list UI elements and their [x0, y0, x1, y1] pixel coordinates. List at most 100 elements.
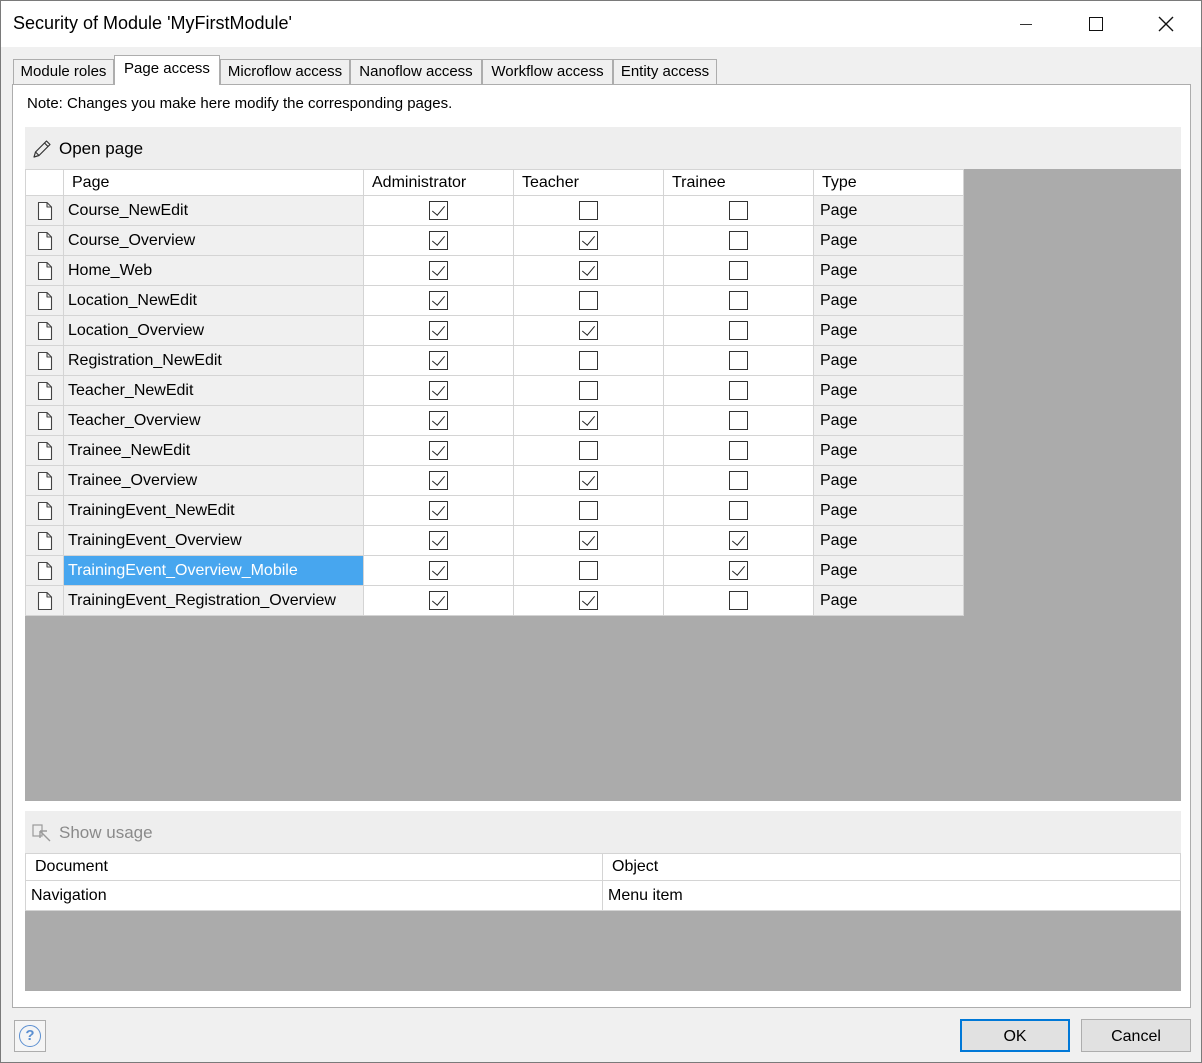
administrator-access-checkbox[interactable]	[429, 591, 448, 610]
teacher-access-cell[interactable]	[513, 225, 664, 256]
administrator-access-checkbox[interactable]	[429, 201, 448, 220]
administrator-access-cell[interactable]	[363, 255, 514, 286]
trainee-access-checkbox[interactable]	[729, 501, 748, 520]
trainee-access-cell[interactable]	[663, 435, 814, 466]
administrator-access-cell[interactable]	[363, 225, 514, 256]
trainee-access-cell[interactable]	[663, 285, 814, 316]
trainee-access-cell[interactable]	[663, 195, 814, 226]
administrator-access-cell[interactable]	[363, 375, 514, 406]
trainee-access-checkbox[interactable]	[729, 261, 748, 280]
teacher-access-cell[interactable]	[513, 405, 664, 436]
administrator-access-cell[interactable]	[363, 285, 514, 316]
teacher-access-checkbox[interactable]	[579, 291, 598, 310]
administrator-access-checkbox[interactable]	[429, 471, 448, 490]
teacher-access-cell[interactable]	[513, 525, 664, 556]
teacher-access-checkbox[interactable]	[579, 501, 598, 520]
open-page-button[interactable]: Open page	[31, 136, 143, 162]
page-name-cell[interactable]: TrainingEvent_Overview	[63, 525, 364, 556]
column-header-document[interactable]: Document	[25, 853, 603, 881]
teacher-access-checkbox[interactable]	[579, 201, 598, 220]
trainee-access-cell[interactable]	[663, 495, 814, 526]
tab-entity-access[interactable]: Entity access	[613, 59, 717, 84]
administrator-access-cell[interactable]	[363, 315, 514, 346]
trainee-access-cell[interactable]	[663, 315, 814, 346]
administrator-access-cell[interactable]	[363, 195, 514, 226]
page-name-cell[interactable]: Home_Web	[63, 255, 364, 286]
trainee-access-checkbox[interactable]	[729, 411, 748, 430]
table-row[interactable]: TrainingEvent_Overview Page	[25, 525, 964, 556]
ok-button[interactable]: OK	[960, 1019, 1070, 1052]
administrator-access-checkbox[interactable]	[429, 321, 448, 340]
administrator-access-checkbox[interactable]	[429, 381, 448, 400]
minimize-button[interactable]	[991, 1, 1061, 47]
help-button[interactable]: ?	[14, 1020, 46, 1052]
page-name-cell[interactable]: Teacher_NewEdit	[63, 375, 364, 406]
teacher-access-checkbox[interactable]	[579, 321, 598, 340]
trainee-access-checkbox[interactable]	[729, 291, 748, 310]
teacher-access-checkbox[interactable]	[579, 471, 598, 490]
trainee-access-checkbox[interactable]	[729, 201, 748, 220]
usage-row[interactable]: Navigation Menu item	[25, 880, 1181, 911]
show-usage-button[interactable]: Show usage	[31, 820, 153, 846]
table-row[interactable]: Teacher_Overview Page	[25, 405, 964, 436]
administrator-access-cell[interactable]	[363, 555, 514, 586]
administrator-access-cell[interactable]	[363, 435, 514, 466]
trainee-access-cell[interactable]	[663, 225, 814, 256]
trainee-access-checkbox[interactable]	[729, 531, 748, 550]
table-row[interactable]: TrainingEvent_NewEdit Page	[25, 495, 964, 526]
teacher-access-cell[interactable]	[513, 255, 664, 286]
trainee-access-checkbox[interactable]	[729, 561, 748, 580]
page-name-cell[interactable]: TrainingEvent_Overview_Mobile	[63, 555, 364, 586]
column-header-object[interactable]: Object	[602, 853, 1181, 881]
administrator-access-checkbox[interactable]	[429, 531, 448, 550]
teacher-access-cell[interactable]	[513, 585, 664, 616]
trainee-access-cell[interactable]	[663, 525, 814, 556]
table-row[interactable]: Trainee_NewEdit Page	[25, 435, 964, 466]
teacher-access-cell[interactable]	[513, 315, 664, 346]
table-row[interactable]: TrainingEvent_Overview_Mobile Page	[25, 555, 964, 586]
trainee-access-cell[interactable]	[663, 345, 814, 376]
administrator-access-checkbox[interactable]	[429, 411, 448, 430]
administrator-access-cell[interactable]	[363, 345, 514, 376]
table-row[interactable]: Location_Overview Page	[25, 315, 964, 346]
tab-module-roles[interactable]: Module roles	[13, 59, 114, 84]
trainee-access-cell[interactable]	[663, 405, 814, 436]
page-name-cell[interactable]: TrainingEvent_Registration_Overview	[63, 585, 364, 616]
page-name-cell[interactable]: Course_Overview	[63, 225, 364, 256]
trainee-access-checkbox[interactable]	[729, 351, 748, 370]
teacher-access-checkbox[interactable]	[579, 411, 598, 430]
maximize-button[interactable]	[1061, 1, 1131, 47]
trainee-access-checkbox[interactable]	[729, 591, 748, 610]
administrator-access-checkbox[interactable]	[429, 501, 448, 520]
administrator-access-checkbox[interactable]	[429, 291, 448, 310]
teacher-access-checkbox[interactable]	[579, 531, 598, 550]
cancel-button[interactable]: Cancel	[1081, 1019, 1191, 1052]
teacher-access-cell[interactable]	[513, 495, 664, 526]
teacher-access-cell[interactable]	[513, 435, 664, 466]
table-row[interactable]: Teacher_NewEdit Page	[25, 375, 964, 406]
trainee-access-checkbox[interactable]	[729, 231, 748, 250]
trainee-access-cell[interactable]	[663, 465, 814, 496]
trainee-access-checkbox[interactable]	[729, 381, 748, 400]
administrator-access-checkbox[interactable]	[429, 261, 448, 280]
trainee-access-checkbox[interactable]	[729, 441, 748, 460]
trainee-access-cell[interactable]	[663, 255, 814, 286]
teacher-access-checkbox[interactable]	[579, 591, 598, 610]
teacher-access-cell[interactable]	[513, 285, 664, 316]
administrator-access-cell[interactable]	[363, 585, 514, 616]
table-row[interactable]: Course_Overview Page	[25, 225, 964, 256]
teacher-access-cell[interactable]	[513, 375, 664, 406]
teacher-access-cell[interactable]	[513, 555, 664, 586]
page-name-cell[interactable]: Location_NewEdit	[63, 285, 364, 316]
administrator-access-checkbox[interactable]	[429, 561, 448, 580]
teacher-access-checkbox[interactable]	[579, 441, 598, 460]
table-row[interactable]: Registration_NewEdit Page	[25, 345, 964, 376]
page-name-cell[interactable]: Teacher_Overview	[63, 405, 364, 436]
teacher-access-cell[interactable]	[513, 465, 664, 496]
page-name-cell[interactable]: Location_Overview	[63, 315, 364, 346]
table-row[interactable]: Home_Web Page	[25, 255, 964, 286]
trainee-access-cell[interactable]	[663, 375, 814, 406]
teacher-access-checkbox[interactable]	[579, 381, 598, 400]
teacher-access-checkbox[interactable]	[579, 561, 598, 580]
column-header-trainee[interactable]: Trainee	[663, 169, 814, 196]
